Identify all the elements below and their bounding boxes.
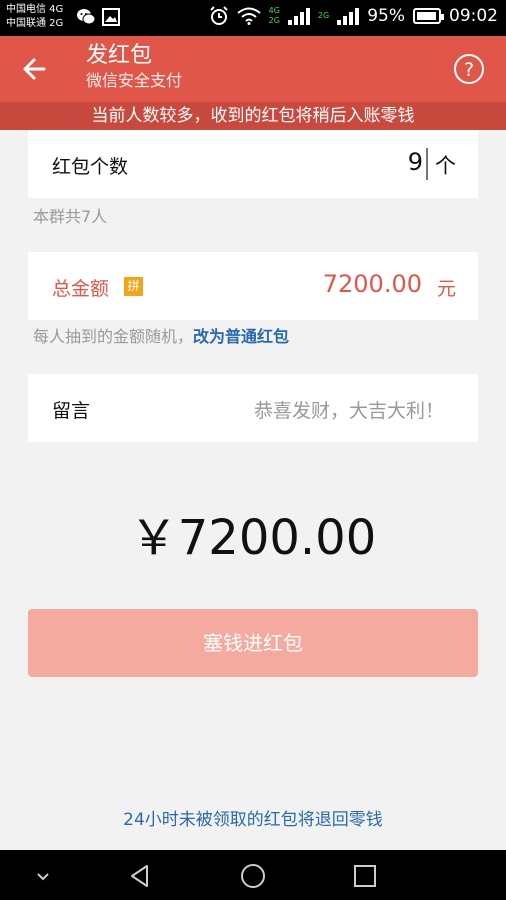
notice-banner: 当前人数较多，收到的红包将稍后入账零钱 (0, 102, 506, 130)
pin-badge: 拼 (124, 277, 143, 296)
carrier-1: 中国电信 4G (6, 4, 64, 15)
title-block: 发红包 微信安全支付 (86, 42, 182, 92)
message-row[interactable]: 留言 恭喜发财，大吉大利！ (28, 374, 478, 442)
network-type: 4G 2G (269, 6, 280, 26)
group-member-hint: 本群共7人 (33, 207, 108, 226)
recents-square-icon[interactable] (352, 863, 378, 889)
battery-percent: 95% (367, 6, 405, 26)
back-triangle-icon[interactable] (127, 863, 153, 889)
carrier-info: 中国电信 4G 中国联通 2G (6, 3, 63, 31)
total-amount-display: ￥7200.00 (129, 510, 377, 566)
arrow-left-icon (23, 58, 46, 80)
carrier-2: 中国联通 2G (6, 18, 64, 29)
alarm-icon (209, 6, 228, 25)
message-input[interactable]: 恭喜发财，大吉大利！ (254, 396, 444, 423)
total-amount-unit: 元 (436, 278, 456, 300)
notification-icons (76, 8, 120, 26)
app-header: 发红包 微信安全支付 ? (0, 36, 506, 102)
page-subtitle: 微信安全支付 (86, 71, 183, 90)
signal-icon (287, 7, 310, 25)
packet-count-unit: 个 (435, 154, 456, 178)
clock: 09:02 (449, 6, 498, 26)
text-cursor (426, 148, 428, 180)
switch-normal-packet-link[interactable]: 改为普通红包 (193, 327, 289, 346)
total-amount-input[interactable]: 7200.00 (323, 270, 422, 298)
status-right: 4G 2G 2G 95% 09:02 (209, 6, 498, 26)
packet-count-label: 红包个数 (52, 156, 129, 178)
home-circle-icon[interactable] (240, 863, 266, 889)
total-amount-row[interactable]: 总金额 拼 7200.00 元 (28, 252, 478, 320)
chevron-down-icon[interactable] (30, 863, 56, 889)
network-type-c: 2G (317, 11, 330, 20)
status-bar: 中国电信 4G 中国联通 2G 4G 2G 2G 95% 09:02 (0, 0, 506, 36)
packet-count-row[interactable]: 红包个数 9 个 (28, 130, 478, 198)
signal-icon-2 (337, 7, 360, 25)
system-nav-bar (0, 850, 506, 900)
image-icon (102, 8, 120, 26)
battery-icon (413, 8, 444, 24)
network-type-2: 2G (318, 11, 329, 21)
network-type-a: 4G (268, 6, 280, 15)
page-title: 发红包 (86, 43, 153, 68)
refund-note: 24小时未被领取的红包将退回零钱 (123, 810, 383, 830)
packet-count-input[interactable]: 9 (408, 148, 423, 176)
total-amount-label: 总金额 (52, 278, 110, 300)
wifi-icon (236, 7, 261, 25)
wechat-icon (77, 9, 96, 25)
submit-packet-button[interactable]: 塞钱进红包 (28, 609, 478, 677)
message-label: 留言 (52, 400, 91, 422)
back-button[interactable] (18, 52, 52, 86)
question-circle-icon: ? (454, 54, 484, 84)
random-amount-text: 每人抽到的金额随机， (33, 327, 194, 346)
network-type-b: 2G (268, 16, 280, 25)
random-amount-hint: 每人抽到的金额随机，改为普通红包 (33, 323, 289, 347)
help-button[interactable]: ? (452, 52, 486, 86)
svg-text:?: ? (464, 59, 474, 81)
